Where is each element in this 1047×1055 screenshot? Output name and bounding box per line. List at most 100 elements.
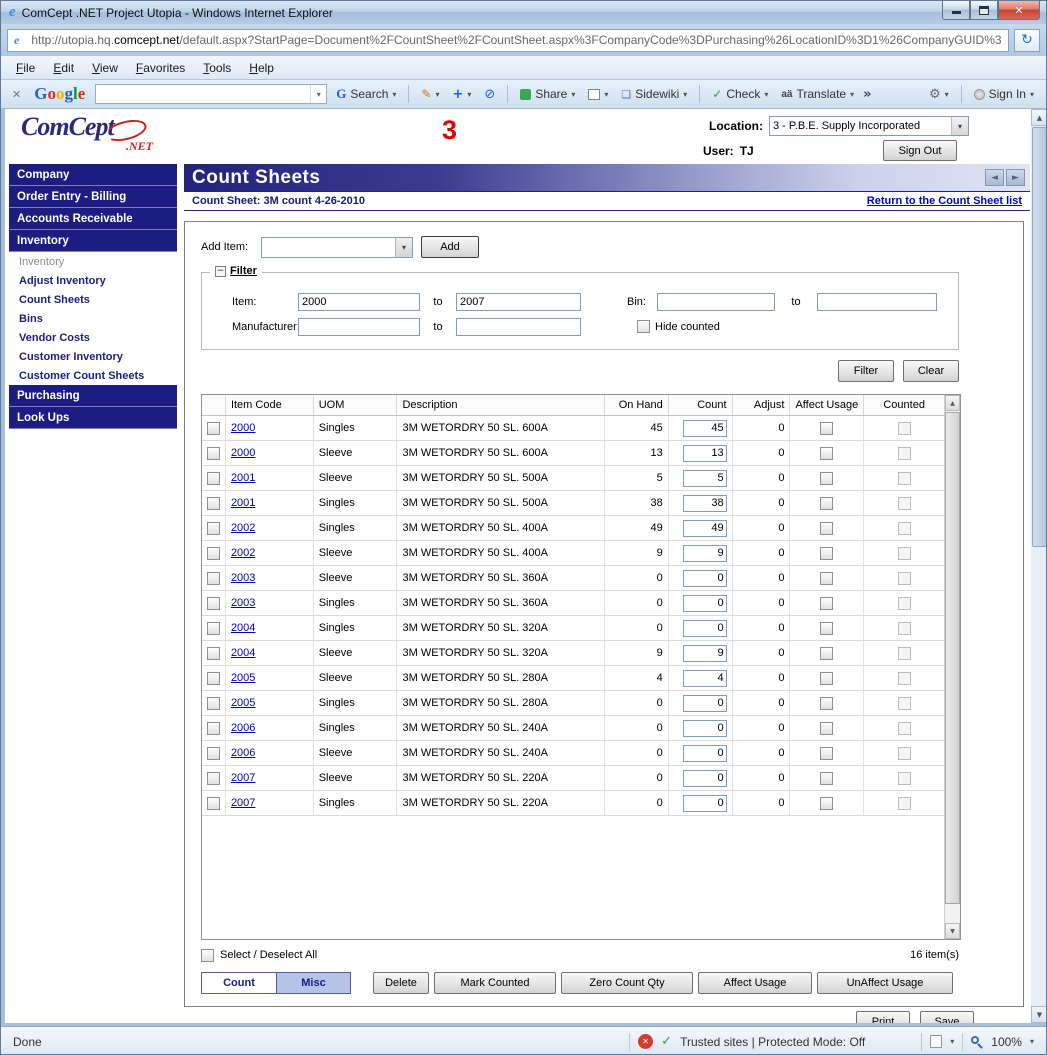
bin-to-input[interactable] bbox=[817, 293, 937, 311]
maximize-button[interactable] bbox=[970, 1, 998, 20]
item-code-link[interactable]: 2002 bbox=[231, 522, 255, 534]
affect-usage-checkbox[interactable] bbox=[820, 572, 833, 585]
item-code-link[interactable]: 2001 bbox=[231, 472, 255, 484]
scroll-down-button[interactable]: ▼ bbox=[1031, 1006, 1047, 1023]
share-button[interactable]: Share▾ bbox=[516, 85, 579, 103]
affect-usage-checkbox[interactable] bbox=[820, 722, 833, 735]
unaffect-usage-button[interactable]: UnAffect Usage bbox=[817, 972, 953, 994]
filter-button[interactable]: Filter bbox=[838, 360, 894, 382]
table-scroll-down-button[interactable]: ▼ bbox=[945, 923, 960, 939]
sidebar-item-vendor-costs[interactable]: Vendor Costs bbox=[9, 328, 177, 347]
send-to-button[interactable]: ✎▾ bbox=[417, 85, 443, 103]
menu-edit[interactable]: Edit bbox=[44, 58, 83, 78]
count-input[interactable] bbox=[683, 495, 727, 512]
item-code-link[interactable]: 2002 bbox=[231, 547, 255, 559]
count-input[interactable] bbox=[683, 745, 727, 762]
counted-checkbox[interactable] bbox=[898, 622, 911, 635]
sidebar-section-look-ups[interactable]: Look Ups bbox=[9, 407, 177, 429]
count-input[interactable] bbox=[683, 795, 727, 812]
count-input[interactable] bbox=[683, 420, 727, 437]
add-button[interactable]: Add bbox=[421, 236, 479, 258]
item-code-link[interactable]: 2001 bbox=[231, 497, 255, 509]
row-select-checkbox[interactable] bbox=[207, 697, 220, 710]
row-select-checkbox[interactable] bbox=[207, 797, 220, 810]
row-select-checkbox[interactable] bbox=[207, 422, 220, 435]
affect-usage-checkbox[interactable] bbox=[820, 597, 833, 610]
save-button[interactable]: Save bbox=[920, 1011, 974, 1023]
sign-out-button[interactable]: Sign Out bbox=[883, 140, 957, 161]
chevron-down-icon[interactable]: ▾ bbox=[1030, 1037, 1034, 1046]
affect-usage-checkbox[interactable] bbox=[820, 447, 833, 460]
delete-button[interactable]: Delete bbox=[373, 972, 429, 994]
count-input[interactable] bbox=[683, 470, 727, 487]
search-button[interactable]: G Search ▾ bbox=[332, 84, 400, 104]
collapse-icon[interactable]: − bbox=[215, 266, 226, 277]
count-input[interactable] bbox=[683, 770, 727, 787]
chevron-down-icon[interactable]: ▾ bbox=[950, 1037, 954, 1046]
scroll-up-button[interactable]: ▲ bbox=[1031, 109, 1047, 126]
item-code-link[interactable]: 2000 bbox=[231, 447, 255, 459]
browser-scrollbar[interactable]: ▲ ▼ bbox=[1031, 109, 1047, 1023]
table-scroll-up-button[interactable]: ▲ bbox=[945, 395, 960, 411]
affect-usage-checkbox[interactable] bbox=[820, 622, 833, 635]
counted-checkbox[interactable] bbox=[898, 722, 911, 735]
sidebar-item-inventory[interactable]: Inventory bbox=[9, 252, 177, 271]
table-scrollbar[interactable]: ▲ ▼ bbox=[944, 395, 960, 939]
location-select[interactable]: 3 - P.B.E. Supply Incorporated ▾ bbox=[769, 116, 969, 136]
row-select-checkbox[interactable] bbox=[207, 497, 220, 510]
sign-in-button[interactable]: Sign In▾ bbox=[970, 85, 1038, 103]
row-select-checkbox[interactable] bbox=[207, 722, 220, 735]
address-input[interactable]: e http://utopia.hq.comcept.net/default.a… bbox=[7, 29, 1009, 52]
translate-button[interactable]: aäTranslate▾ bbox=[777, 85, 858, 103]
counted-checkbox[interactable] bbox=[898, 422, 911, 435]
table-scroll-thumb[interactable] bbox=[945, 412, 960, 904]
nav-forward-button[interactable]: ► bbox=[1006, 169, 1025, 186]
zero-count-qty-button[interactable]: Zero Count Qty bbox=[561, 972, 693, 994]
bin-from-input[interactable] bbox=[657, 293, 775, 311]
tab-count[interactable]: Count bbox=[201, 972, 277, 994]
compatibility-view-icon[interactable] bbox=[930, 1035, 942, 1048]
count-input[interactable] bbox=[683, 445, 727, 462]
affect-usage-checkbox[interactable] bbox=[820, 472, 833, 485]
refresh-button[interactable]: ↻ bbox=[1014, 29, 1040, 52]
affect-usage-checkbox[interactable] bbox=[820, 647, 833, 660]
item-code-link[interactable]: 2005 bbox=[231, 697, 255, 709]
counted-checkbox[interactable] bbox=[898, 522, 911, 535]
scroll-thumb[interactable] bbox=[1032, 127, 1047, 547]
row-select-checkbox[interactable] bbox=[207, 647, 220, 660]
zoom-level[interactable]: 100% bbox=[991, 1035, 1022, 1049]
counted-checkbox[interactable] bbox=[898, 647, 911, 660]
spell-check-button[interactable]: ✓Check▾ bbox=[708, 85, 772, 103]
clear-button[interactable]: Clear bbox=[903, 360, 959, 382]
count-input[interactable] bbox=[683, 545, 727, 562]
return-to-list-link[interactable]: Return to the Count Sheet list bbox=[867, 195, 1022, 207]
menu-tools[interactable]: Tools bbox=[194, 58, 240, 78]
counted-checkbox[interactable] bbox=[898, 497, 911, 510]
nav-back-button[interactable]: ◄ bbox=[985, 169, 1004, 186]
affect-usage-checkbox[interactable] bbox=[820, 697, 833, 710]
item-code-link[interactable]: 2005 bbox=[231, 672, 255, 684]
affect-usage-checkbox[interactable] bbox=[820, 797, 833, 810]
row-select-checkbox[interactable] bbox=[207, 447, 220, 460]
sidebar-section-inventory[interactable]: Inventory bbox=[9, 230, 177, 252]
sidebar-section-order-entry-billing[interactable]: Order Entry - Billing bbox=[9, 186, 177, 208]
sidebar-section-accounts-receivable[interactable]: Accounts Receivable bbox=[9, 208, 177, 230]
count-input[interactable] bbox=[683, 720, 727, 737]
popup-blocker-button[interactable]: ⊘ bbox=[480, 85, 499, 104]
counted-checkbox[interactable] bbox=[898, 672, 911, 685]
counted-checkbox[interactable] bbox=[898, 447, 911, 460]
affect-usage-checkbox[interactable] bbox=[820, 422, 833, 435]
count-input[interactable] bbox=[683, 670, 727, 687]
count-input[interactable] bbox=[683, 645, 727, 662]
sidebar-section-company[interactable]: Company bbox=[9, 164, 177, 186]
item-to-input[interactable] bbox=[456, 293, 581, 311]
row-select-checkbox[interactable] bbox=[207, 772, 220, 785]
sidebar-item-count-sheets[interactable]: Count Sheets bbox=[9, 290, 177, 309]
affect-usage-checkbox[interactable] bbox=[820, 672, 833, 685]
menu-help[interactable]: Help bbox=[240, 58, 283, 78]
mark-counted-button[interactable]: Mark Counted bbox=[434, 972, 556, 994]
count-input[interactable] bbox=[683, 595, 727, 612]
row-select-checkbox[interactable] bbox=[207, 672, 220, 685]
counted-checkbox[interactable] bbox=[898, 747, 911, 760]
add-gadgets-button[interactable]: +▾ bbox=[448, 85, 475, 104]
